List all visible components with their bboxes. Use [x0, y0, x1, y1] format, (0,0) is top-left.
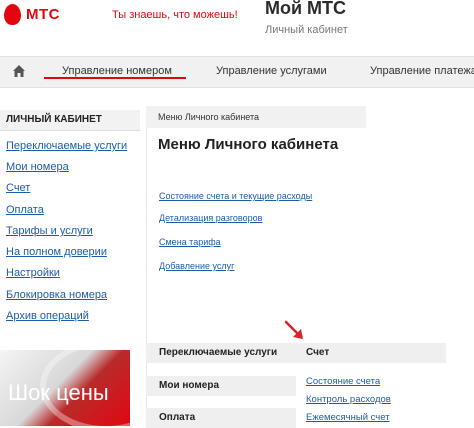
sidebar-item-operations-archive[interactable]: Архив операций [6, 310, 89, 322]
sidebar-item-my-numbers[interactable]: Мои номера [6, 161, 69, 173]
promo-text: Шок цены [8, 380, 109, 405]
active-tab-indicator [44, 77, 186, 79]
sidebar-title: ЛИЧНЫЙ КАБИНЕТ [6, 114, 102, 125]
sidebar-item-settings[interactable]: Настройки [6, 267, 60, 279]
main-nav: Управление номером Управление услугами У… [0, 56, 474, 88]
grid-switchable-services[interactable]: Переключаемые услуги [159, 347, 277, 358]
link-change-tariff[interactable]: Смена тарифа [159, 237, 221, 247]
page-title: Мой МТС [265, 0, 347, 18]
sublink-account-state[interactable]: Состояние счета [306, 376, 380, 387]
slogan: Ты знаешь, что можешь! [112, 9, 238, 21]
breadcrumb: Меню Личного кабинета [158, 112, 260, 122]
home-icon[interactable] [12, 64, 26, 78]
tab-manage-number[interactable]: Управление номером [62, 65, 172, 77]
sidebar-item-tariffs[interactable]: Тарифы и услуги [6, 225, 93, 237]
sublink-monthly-bill[interactable]: Ежемесячный счет [306, 412, 390, 423]
annotation-arrow-icon [284, 320, 303, 339]
tab-manage-services[interactable]: Управление услугами [216, 65, 327, 77]
link-balance-expenses[interactable]: Состояние счета и текущие расходы [159, 191, 312, 201]
grid-account[interactable]: Счет [306, 347, 329, 358]
sidebar-item-block-number[interactable]: Блокировка номера [6, 289, 107, 301]
sublink-expense-control[interactable]: Контроль расходов [306, 394, 391, 405]
page-subtitle: Личный кабинет [265, 24, 348, 36]
sidebar-item-account[interactable]: Счет [6, 182, 30, 194]
tab-manage-payments[interactable]: Управление платежами [370, 65, 474, 77]
sidebar-header: ЛИЧНЫЙ КАБИНЕТ [0, 110, 140, 131]
grid-my-numbers[interactable]: Мои номера [159, 380, 219, 391]
link-add-services[interactable]: Добавление услуг [159, 261, 234, 271]
logo-text: МТС [26, 6, 60, 23]
link-call-details[interactable]: Детализация разговоров [159, 213, 262, 223]
sidebar-item-switchable-services[interactable]: Переключаемые услуги [6, 140, 127, 152]
grid-payment[interactable]: Оплата [159, 412, 195, 423]
promo-banner[interactable]: Шок цены [0, 350, 130, 426]
mts-egg-icon [4, 4, 21, 25]
content-title: Меню Личного кабинета [158, 136, 339, 153]
sidebar-item-payment[interactable]: Оплата [6, 204, 44, 216]
mts-logo[interactable]: МТС [4, 4, 60, 25]
sidebar-item-full-trust[interactable]: На полном доверии [6, 246, 107, 258]
